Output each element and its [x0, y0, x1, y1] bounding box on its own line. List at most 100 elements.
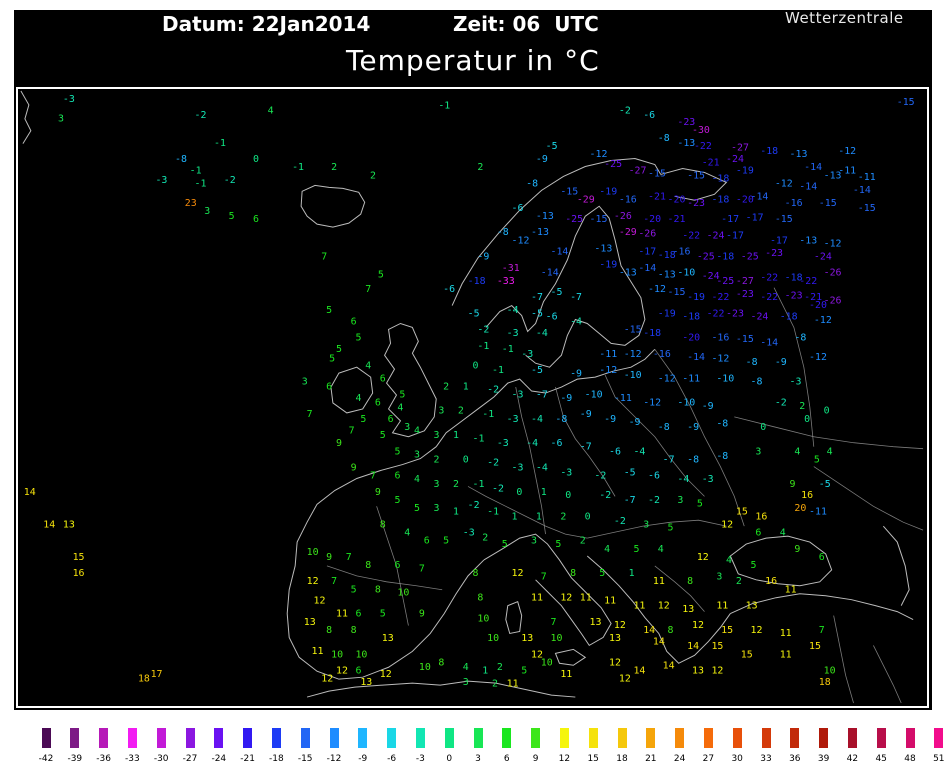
station-temperature-label: 3	[643, 519, 649, 530]
station-temperature-label: 10	[331, 649, 343, 660]
station-temperature-label: 5	[697, 498, 703, 509]
station-temperature-label: 12	[307, 576, 319, 587]
station-temperature-label: 14	[663, 661, 675, 672]
station-temperature-label: -15	[736, 334, 754, 345]
station-temperature-label: 5	[521, 666, 527, 677]
station-temperature-label: -9	[702, 401, 714, 412]
station-temperature-label: 6	[355, 666, 361, 677]
station-temperature-label: 9	[351, 463, 357, 474]
station-temperature-label: 5	[750, 560, 756, 571]
legend-tick-label: 42	[846, 754, 859, 764]
station-temperature-label: -5	[531, 365, 543, 376]
station-temperature-label: 13	[746, 601, 758, 612]
station-temperature-label: 2	[433, 454, 439, 465]
station-temperature-label: -6	[512, 203, 524, 214]
station-temperature-label: 3	[433, 479, 439, 490]
station-temperature-label: -31	[502, 263, 520, 274]
station-temperature-label: 20	[794, 503, 806, 514]
station-temperature-label: 3	[433, 430, 439, 441]
station-temperature-label: 11	[507, 679, 519, 690]
station-temperature-label: -4	[507, 305, 519, 316]
station-temperature-label: -13	[536, 211, 554, 222]
station-temperature-label: -5	[468, 308, 480, 319]
legend-swatch	[646, 728, 656, 748]
station-temperature-label: -22	[707, 308, 725, 319]
station-temperature-label: 7	[331, 576, 337, 587]
station-temperature-label: -25	[697, 251, 715, 262]
station-temperature-label: 15	[741, 649, 753, 660]
station-temperature-label: -5	[550, 287, 562, 298]
station-temperature-label: 6	[380, 373, 386, 384]
station-temperature-label: -17	[721, 214, 739, 225]
legend-tick-label: -36	[96, 754, 111, 764]
station-temperature-label: 5	[395, 446, 401, 457]
station-temperature-label: 9	[326, 552, 332, 563]
station-temperature-label: -29	[577, 195, 595, 206]
station-temperature-label: 8	[351, 625, 357, 636]
station-temperature-label: 9	[419, 609, 425, 620]
station-temperature-label: -1	[492, 365, 504, 376]
station-temperature-label: -14	[804, 162, 822, 173]
station-temperature-label: -1	[477, 341, 489, 352]
legend-tick-label: -27	[182, 754, 198, 764]
station-temperature-label: 2	[443, 381, 449, 392]
station-temperature-label: 5	[378, 269, 384, 280]
station-temperature-label: -6	[546, 312, 558, 323]
station-temperature-label: 11	[633, 601, 645, 612]
station-temperature-label: -21	[702, 157, 720, 168]
legend-swatch	[300, 728, 310, 748]
station-temperature-label: -18	[682, 312, 700, 323]
station-temperature-label: 4	[794, 446, 800, 457]
station-temperature-label: -3	[497, 438, 509, 449]
station-temperature-label: 13	[521, 633, 533, 644]
station-temperature-label: 11	[653, 576, 665, 587]
station-temperature-label: -18	[711, 195, 729, 206]
station-temperature-label: -13	[531, 227, 549, 238]
station-temperature-label: 0	[824, 406, 830, 417]
station-temperature-label: -4	[536, 463, 548, 474]
station-temperature-label: 4	[397, 403, 403, 414]
station-temperature-label: -15	[668, 287, 686, 298]
station-temperature-label: 18	[819, 677, 831, 688]
station-temperature-label: 13	[63, 519, 75, 530]
station-temperature-label: 3	[414, 450, 420, 461]
station-temperature-label: 11	[604, 596, 616, 607]
station-temperature-label: -3	[790, 376, 802, 387]
station-temperature-label: -3	[702, 474, 714, 485]
station-temperature-label: -14	[799, 182, 817, 193]
station-temperature-label: -12	[599, 365, 617, 376]
station-temperature-label: 5	[336, 344, 342, 355]
color-legend: -42 -39 -36 -33 -30 -27 -24 -21 -18 -15 -12 -9 -6 -3 0…	[0, 712, 946, 776]
station-temperature-label: 12	[380, 669, 392, 680]
station-temperature-label: 13	[590, 617, 602, 628]
station-temperature-label: 4	[827, 446, 833, 457]
station-temperature-label: -8	[658, 133, 670, 144]
station-temperature-label: 23	[185, 198, 197, 209]
station-temperature-label: -12	[838, 146, 856, 157]
station-temperature-label: -4	[677, 474, 689, 485]
station-temperature-label: 2	[482, 532, 488, 543]
station-temperature-label: -29	[619, 227, 637, 238]
station-temperature-label: 12	[321, 674, 333, 685]
station-temperature-label: 1	[453, 506, 459, 517]
station-temperature-label: -2	[468, 500, 480, 511]
legend-tick-label: -39	[67, 754, 83, 764]
station-temperature-label: 8	[570, 568, 576, 579]
station-temperature-label: 5	[380, 430, 386, 441]
station-temperature-label: -15	[858, 203, 876, 214]
station-temperature-label: -2	[614, 516, 626, 527]
station-temperature-label: -27	[731, 143, 749, 154]
station-temperature-label: -9	[536, 154, 548, 165]
legend-swatch	[502, 728, 512, 748]
station-temperature-label: 1	[463, 381, 469, 392]
station-temperature-label: -20	[643, 214, 661, 225]
legend-tick-label: 0	[446, 754, 453, 764]
station-temperature-label: 7	[550, 617, 556, 628]
station-temperature-label: -1	[292, 162, 304, 173]
date-label: Datum: 22Jan2014	[162, 12, 371, 36]
station-temperature-label: -25	[565, 214, 583, 225]
station-temperature-label: -2	[648, 495, 660, 506]
station-temperature-label: -3	[560, 467, 572, 478]
station-temperature-label: 7	[365, 284, 371, 295]
station-temperature-label: 10	[541, 657, 553, 668]
